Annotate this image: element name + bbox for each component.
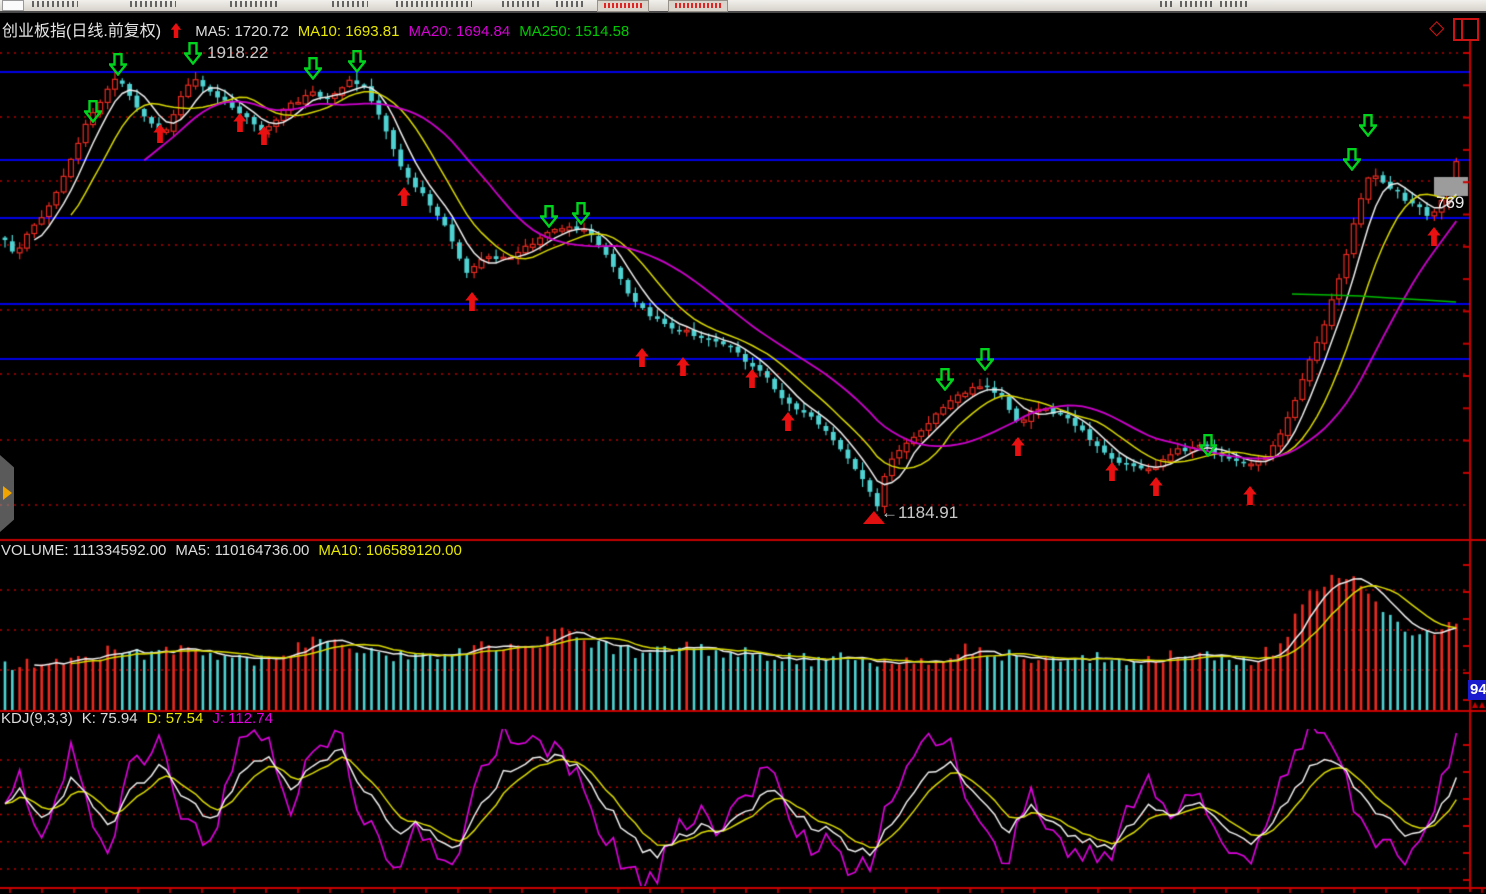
instrument-title: 创业板指(日线.前复权) <box>2 23 162 40</box>
volume-value: VOLUME: 111334592.00 <box>1 542 167 559</box>
sell-signal-arrow <box>1357 114 1379 138</box>
app-logo-icon <box>2 0 24 11</box>
sell-signal-arrow <box>1341 148 1363 172</box>
sell-signal-arrow <box>302 57 324 81</box>
menu-item[interactable] <box>396 1 472 7</box>
expand-arrow-icon <box>3 486 12 500</box>
low-marker-triangle <box>863 511 885 524</box>
main-chart-header: 创业板指(日线.前复权) MA5: 1720.72 MA10: 1693.81 MA… <box>2 17 647 41</box>
menu-item[interactable] <box>332 1 368 7</box>
kdj-value: D: 57.54 <box>146 710 204 727</box>
sell-signal-arrow <box>182 42 204 66</box>
kdj-value: J: 112.74 <box>212 710 273 727</box>
menu-bar <box>0 0 1486 13</box>
buy-signal-arrow <box>257 126 271 145</box>
ma-value: MA10: 1693.81 <box>297 23 400 40</box>
buy-signal-arrow <box>1243 486 1257 505</box>
buy-signal-arrow <box>635 348 649 367</box>
menu-icon[interactable] <box>1160 1 1172 7</box>
buy-signal-arrow <box>465 292 479 311</box>
sell-signal-arrow <box>538 205 560 229</box>
buy-signal-arrow <box>676 357 690 376</box>
buy-signal-arrow <box>233 113 247 132</box>
ma-value: MA250: 1514.58 <box>519 23 630 40</box>
buy-signal-arrow <box>1149 477 1163 496</box>
sell-signal-arrow <box>570 202 592 226</box>
buy-signal-arrow <box>745 369 759 388</box>
ma-value: MA5: 1720.72 <box>195 23 289 40</box>
split-window-icon[interactable] <box>1453 18 1479 41</box>
buy-signal-arrow <box>1105 462 1119 481</box>
buy-signal-arrow <box>1427 227 1441 246</box>
buy-signal-arrow <box>153 124 167 143</box>
menu-item[interactable] <box>130 1 176 7</box>
trading-app-window: 创业板指(日线.前复权) MA5: 1720.72 MA10: 1693.81 MA… <box>0 0 1486 894</box>
ma-value: MA20: 1694.84 <box>408 23 511 40</box>
diamond-tool-icon[interactable]: ◇ <box>1429 17 1444 39</box>
menu-item[interactable] <box>1180 1 1214 7</box>
sell-signal-arrow <box>82 100 104 124</box>
sell-signal-arrow <box>1197 434 1219 458</box>
menu-item[interactable] <box>230 1 280 7</box>
menu-item[interactable] <box>556 1 584 7</box>
volume-value: MA5: 110164736.00 <box>175 542 310 559</box>
buy-button[interactable] <box>597 0 649 12</box>
menu-item[interactable] <box>32 1 78 7</box>
sell-button[interactable] <box>668 0 728 12</box>
last-price-annotation: 769 <box>1436 193 1465 212</box>
buy-signal-arrow <box>397 187 411 206</box>
sell-signal-arrow <box>934 368 956 392</box>
kdj-header: KDJ(9,3,3) K: 75.94 D: 57.54 J: 112.74 <box>1 710 282 727</box>
low-price-annotation: ←1184.91 <box>881 503 959 522</box>
kdj-value: KDJ(9,3,3) <box>1 710 73 727</box>
kline-chart-canvas[interactable] <box>0 0 1486 894</box>
volume-axis-badge: 94 <box>1468 680 1486 700</box>
sell-signal-arrow <box>107 53 129 77</box>
high-price-annotation: 1918.22 <box>207 43 269 62</box>
volume-value: MA10: 106589120.00 <box>318 542 462 559</box>
sidebar-flyout-handle[interactable] <box>0 455 14 532</box>
menu-item[interactable] <box>502 1 542 7</box>
buy-signal-arrow <box>781 412 795 431</box>
sell-signal-arrow <box>346 50 368 74</box>
sell-signal-arrow <box>974 348 996 372</box>
up-arrow-icon <box>170 23 182 40</box>
kdj-value: K: 75.94 <box>81 710 138 727</box>
buy-signal-arrow <box>1011 437 1025 456</box>
volume-header: VOLUME: 111334592.00 MA5: 110164736.00 MA1… <box>1 542 471 559</box>
ma-values: MA5: 1720.72 MA10: 1693.81 MA20: 1694.84 MA… <box>195 23 638 40</box>
menu-item[interactable] <box>1220 1 1250 7</box>
